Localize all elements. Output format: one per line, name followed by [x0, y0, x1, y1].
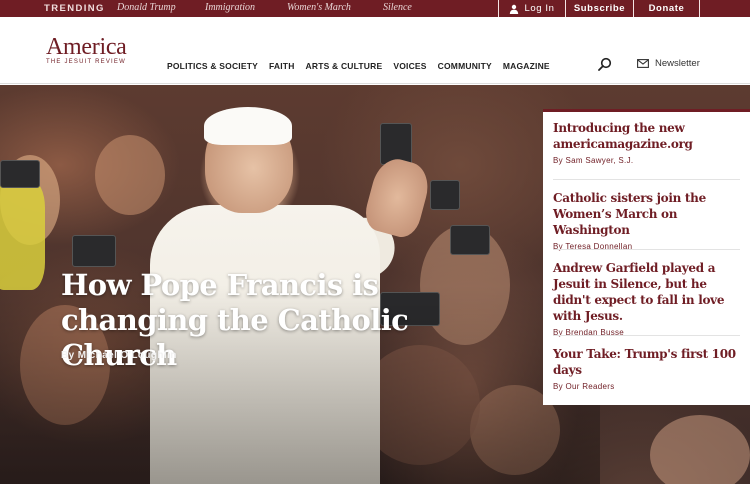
- divider: [553, 179, 740, 180]
- camera-phone: [0, 160, 40, 188]
- side-article-byline[interactable]: By Sam Sawyer, S.J.: [553, 156, 740, 165]
- camera-phone: [430, 180, 460, 210]
- nav-community[interactable]: COMMUNITY: [438, 61, 492, 71]
- divider: [553, 249, 740, 250]
- subscribe-button[interactable]: Subscribe: [565, 0, 633, 17]
- nav-arts-culture[interactable]: ARTS & CULTURE: [306, 61, 383, 71]
- logo-wordmark: America: [46, 34, 127, 60]
- search-icon[interactable]: [598, 57, 612, 71]
- donate-button[interactable]: Donate: [633, 0, 700, 17]
- trending-bar: TRENDING Donald Trump Immigration Women'…: [0, 0, 750, 17]
- side-article-title[interactable]: Introducing the new americamagazine.org: [553, 120, 740, 152]
- newsletter-label: Newsletter: [655, 58, 700, 69]
- newsletter-link[interactable]: Newsletter: [637, 58, 700, 69]
- trending-item-womens-march[interactable]: Women's March: [287, 2, 351, 13]
- site-logo[interactable]: America THE JESUIT REVIEW: [46, 34, 128, 65]
- camera-phone: [72, 235, 116, 267]
- side-article-title[interactable]: Your Take: Trump's first 100 days: [553, 346, 740, 378]
- main-nav: POLITICS & SOCIETY FAITH ARTS & CULTURE …: [167, 61, 561, 71]
- featured-articles-panel: Introducing the new americamagazine.org …: [543, 109, 750, 405]
- side-article-title[interactable]: Catholic sisters join the Women’s March …: [553, 190, 740, 238]
- side-article[interactable]: Your Take: Trump's first 100 days By Our…: [553, 346, 740, 391]
- trending-item-donald-trump[interactable]: Donald Trump: [117, 2, 176, 13]
- pope-waving-hand: [361, 154, 434, 241]
- side-article[interactable]: Catholic sisters join the Women’s March …: [553, 190, 740, 251]
- crowd-hand: [95, 135, 165, 215]
- nav-voices[interactable]: VOICES: [393, 61, 426, 71]
- hero-byline[interactable]: By Michael O'Loughlin: [61, 350, 177, 361]
- logo-tagline: THE JESUIT REVIEW: [46, 59, 126, 65]
- camera-phone: [450, 225, 490, 255]
- trending-label: TRENDING: [44, 3, 105, 14]
- zucchetto: [204, 107, 292, 145]
- side-article-title[interactable]: Andrew Garfield played a Jesuit in Silen…: [553, 260, 740, 324]
- crowd-hand: [650, 415, 750, 484]
- side-article[interactable]: Introducing the new americamagazine.org …: [553, 120, 740, 165]
- side-article[interactable]: Andrew Garfield played a Jesuit in Silen…: [553, 260, 740, 337]
- login-button[interactable]: Log In: [498, 0, 565, 17]
- side-article-byline[interactable]: By Our Readers: [553, 382, 740, 391]
- trending-item-silence[interactable]: Silence: [383, 2, 412, 13]
- envelope-icon: [637, 59, 649, 68]
- nav-politics-society[interactable]: POLITICS & SOCIETY: [167, 61, 258, 71]
- divider: [553, 335, 740, 336]
- crowd-flag: [0, 180, 45, 290]
- account-actions: Log In Subscribe Donate: [498, 0, 700, 17]
- nav-magazine[interactable]: MAGAZINE: [503, 61, 550, 71]
- login-label: Log In: [524, 3, 555, 14]
- user-icon: [510, 4, 519, 14]
- nav-faith[interactable]: FAITH: [269, 61, 295, 71]
- site-header: America THE JESUIT REVIEW POLITICS & SOC…: [0, 17, 750, 84]
- trending-item-immigration[interactable]: Immigration: [205, 2, 255, 13]
